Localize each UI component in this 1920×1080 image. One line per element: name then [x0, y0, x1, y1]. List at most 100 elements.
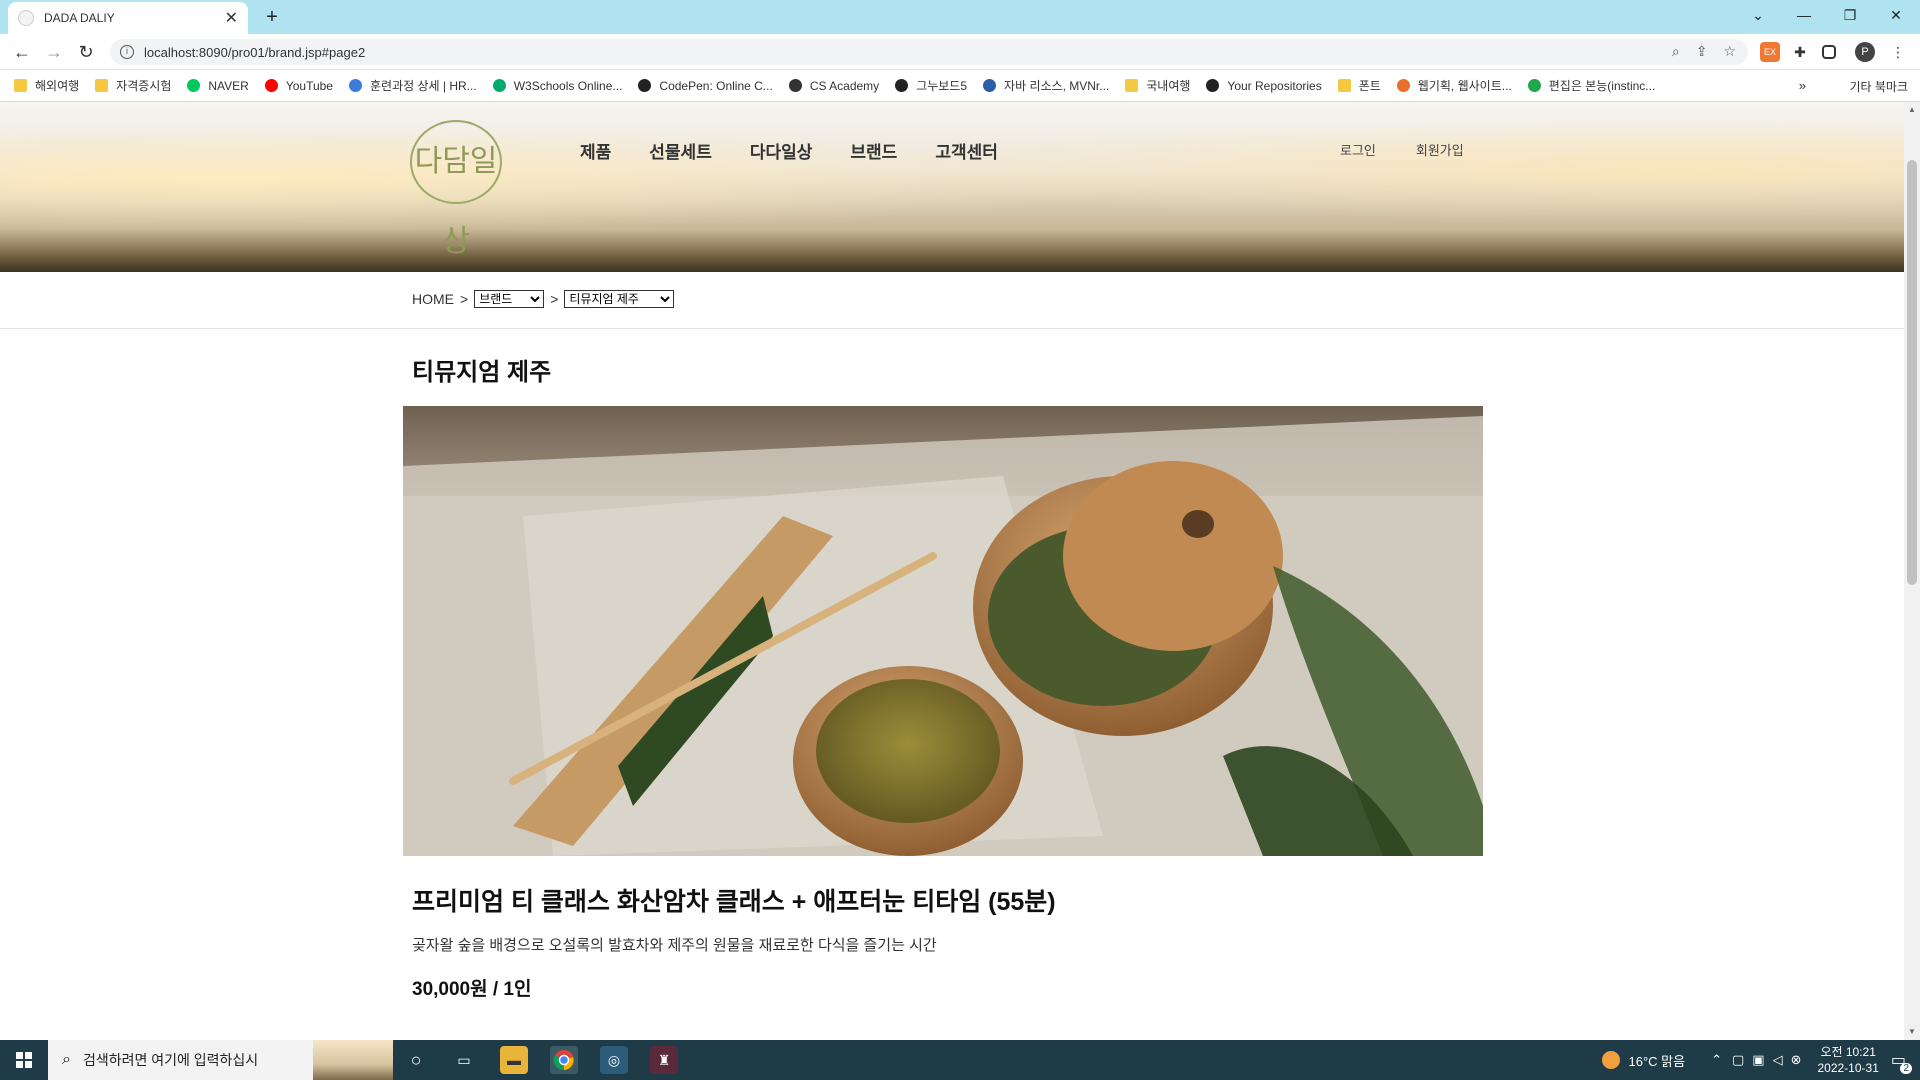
bookmark-item[interactable]: NAVER	[187, 78, 249, 93]
breadcrumb-home[interactable]: HOME	[412, 291, 454, 307]
windows-logo-icon	[16, 1052, 32, 1068]
bookmarks-bar: 해외여행 자격증시험 NAVER YouTube 훈련과정 상세 | HR... W3Sc…	[0, 70, 1920, 102]
extensions-puzzle-icon[interactable]: ✚	[1790, 42, 1810, 62]
zoom-icon[interactable]: ⌕	[1672, 43, 1680, 60]
bookmark-label: 훈련과정 상세 | HR...	[369, 79, 477, 93]
w3schools-icon	[492, 79, 506, 92]
bookmark-star-icon[interactable]: ☆	[1723, 43, 1736, 60]
bookmarks-more-icon[interactable]: »	[1799, 78, 1806, 93]
divider	[0, 328, 1904, 329]
address-toolbar: ← → ↻ i localhost:8090/pro01/brand.jsp#p…	[0, 34, 1920, 70]
tab-search-icon[interactable]: ⌄	[1735, 0, 1781, 30]
network-icon[interactable]: ▣	[1752, 1052, 1764, 1068]
game-app-icon[interactable]: ♜	[650, 1046, 678, 1074]
mvn-icon	[983, 79, 997, 92]
folder-icon	[95, 79, 109, 92]
file-explorer-icon[interactable]: ▬	[500, 1046, 528, 1074]
bookmark-item[interactable]: W3Schools Online...	[492, 78, 623, 93]
window-close-icon[interactable]: ✕	[1873, 0, 1919, 30]
bookmark-item[interactable]: 웹기획, 웹사이트...	[1396, 77, 1512, 94]
signup-link[interactable]: 회원가입	[1416, 140, 1464, 159]
bookmark-label: 자바 리소스, MVNr...	[1004, 79, 1110, 93]
notification-icon[interactable]: ▭ 2	[1891, 1050, 1912, 1074]
nav-item-brand[interactable]: 브랜드	[850, 138, 897, 163]
dada-logo[interactable]: 다담일상	[410, 120, 502, 259]
scroll-up-icon[interactable]: ▲	[1904, 102, 1920, 118]
scroll-down-icon[interactable]: ▼	[1904, 1024, 1920, 1040]
meet-now-icon[interactable]: ▢	[1732, 1052, 1744, 1068]
scrollbar-thumb[interactable]	[1907, 160, 1917, 585]
volume-icon[interactable]: ◁	[1773, 1052, 1783, 1068]
task-view-icon[interactable]: ▭	[450, 1046, 478, 1074]
page-scrollbar[interactable]: ▲ ▼	[1904, 102, 1920, 1040]
breadcrumb-separator: >	[460, 291, 469, 307]
bookmark-label: 편집은 본능(instinc...	[1548, 79, 1656, 93]
taskbar-search-box[interactable]: ⌕ 검색하려면 여기에 입력하십시	[48, 1040, 393, 1080]
breadcrumb-category-select[interactable]: 브랜드	[474, 290, 545, 308]
bookmark-item[interactable]: YouTube	[264, 78, 333, 93]
other-bookmarks-label: 기타 북마크	[1849, 80, 1908, 94]
bookmark-label: YouTube	[285, 78, 333, 93]
minimize-icon[interactable]: —	[1781, 0, 1827, 30]
bookmark-label: Your Repositories	[1227, 78, 1322, 93]
bookmark-item[interactable]: CodePen: Online C...	[638, 79, 773, 93]
show-hidden-icons-icon[interactable]: ⌃	[1711, 1052, 1722, 1068]
forward-arrow-icon[interactable]: →	[42, 40, 66, 64]
close-tab-icon[interactable]: ✕	[225, 8, 238, 28]
eclipse-icon[interactable]: ◎	[600, 1046, 628, 1074]
cortana-icon[interactable]: ○	[402, 1046, 430, 1074]
system-tray: 16°C 맑음 ⌃ ▢ ▣ ◁ ⊗ 오전 10:21 2022-10-31 ▭ …	[1602, 1040, 1920, 1080]
naver-icon	[187, 79, 201, 92]
bookmark-item[interactable]: 국내여행	[1125, 77, 1190, 94]
site-info-icon[interactable]: i	[120, 45, 134, 59]
bookmark-item[interactable]: 그누보드5	[895, 77, 967, 94]
bookmark-item[interactable]: 자바 리소스, MVNr...	[983, 77, 1109, 94]
nav-item-customer-center[interactable]: 고객센터	[935, 138, 998, 163]
extension-ex-icon[interactable]: EX	[1760, 42, 1780, 62]
youtube-icon	[264, 79, 278, 92]
tea-class-photo	[403, 406, 1483, 856]
page-viewport: 다담일상 제품 선물세트 다다일상 브랜드 고객센터 로그인 회원가입 HOME…	[0, 102, 1904, 1040]
ime-icon[interactable]: ⊗	[1791, 1052, 1802, 1068]
bookmark-label: 웹기획, 웹사이트...	[1417, 79, 1512, 93]
bookmark-item[interactable]: 자격증시험	[95, 77, 171, 94]
folder-icon	[1337, 79, 1351, 92]
new-tab-icon[interactable]: +	[260, 5, 284, 29]
nav-item-products[interactable]: 제품	[580, 138, 611, 163]
bookmark-item[interactable]: 폰트	[1337, 77, 1381, 94]
profile-avatar-icon[interactable]: P	[1855, 42, 1875, 62]
nav-item-gift-sets[interactable]: 선물세트	[649, 138, 712, 163]
share-icon[interactable]: ⇪	[1696, 43, 1708, 60]
bookmark-item[interactable]: 훈련과정 상세 | HR...	[348, 77, 477, 94]
windows-taskbar: ⌕ 검색하려면 여기에 입력하십시 ○ ▭ ▬ ◎ ♜ 16°C 맑음 ⌃ ▢ …	[0, 1040, 1920, 1080]
nav-item-dada-daily[interactable]: 다다일상	[750, 138, 813, 163]
weather-sun-icon	[1602, 1051, 1621, 1069]
browser-tab[interactable]: DADA DALIY ✕	[8, 2, 248, 34]
weather-text[interactable]: 16°C 맑음	[1628, 1051, 1685, 1070]
breadcrumb-page-select[interactable]: 티뮤지엄 제주	[564, 290, 675, 308]
back-arrow-icon[interactable]: ←	[10, 40, 34, 64]
bookmark-item[interactable]: 편집은 본능(instinc...	[1527, 77, 1656, 94]
other-bookmarks[interactable]: 기타 북마크	[1841, 78, 1908, 95]
bookmark-item[interactable]: 해외여행	[14, 77, 79, 94]
csacademy-icon	[788, 79, 802, 92]
reload-icon[interactable]: ↻	[74, 40, 98, 64]
clock[interactable]: 오전 10:21 2022-10-31	[1817, 1044, 1878, 1076]
bookmark-label: NAVER	[208, 78, 249, 93]
restore-icon[interactable]: ❐	[1827, 0, 1873, 30]
address-bar[interactable]: i localhost:8090/pro01/brand.jsp#page2 ⌕…	[110, 39, 1748, 65]
login-link[interactable]: 로그인	[1340, 140, 1376, 159]
bookmark-item[interactable]: CS Academy	[788, 79, 879, 93]
edit-icon	[1527, 79, 1541, 92]
bookmark-label: W3Schools Online...	[513, 78, 623, 93]
tea-set-illustration	[403, 406, 1483, 856]
chrome-icon[interactable]	[550, 1046, 578, 1074]
header-hero-banner: 다담일상 제품 선물세트 다다일상 브랜드 고객센터 로그인 회원가입	[0, 102, 1904, 272]
menu-kebab-icon[interactable]: ⋮	[1888, 42, 1908, 62]
bookmark-item[interactable]: Your Repositories	[1206, 78, 1322, 93]
hrd-icon	[348, 79, 362, 92]
class-description: 곶자왈 숲을 배경으로 오설록의 발효차와 제주의 원물을 재료로한 다식을 즐…	[412, 937, 937, 954]
start-button[interactable]	[0, 1040, 48, 1080]
side-panel-icon[interactable]	[1822, 45, 1836, 59]
clock-date: 2022-10-31	[1817, 1061, 1879, 1075]
